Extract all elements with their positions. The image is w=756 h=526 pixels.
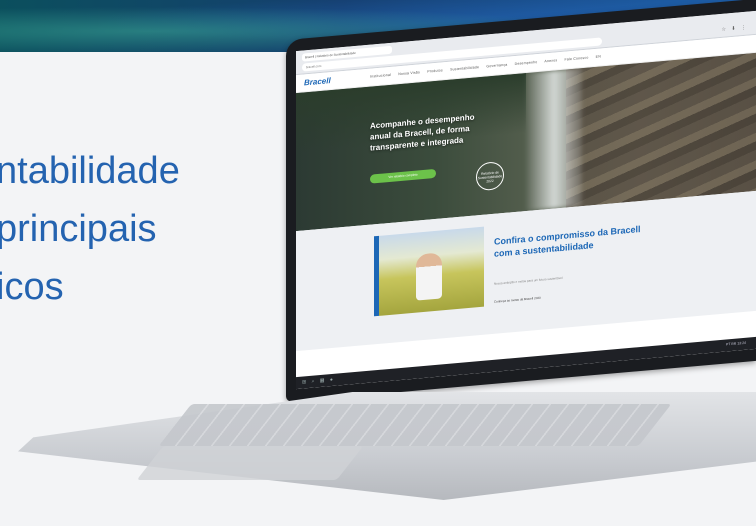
hero-cta-button[interactable]: Ver relatório completo bbox=[370, 168, 436, 184]
laptop-screen: Bracell | Relatório de Sustentabilidade … bbox=[296, 10, 756, 390]
menu-item-nossa-visao[interactable]: Nossa Visão bbox=[398, 70, 420, 76]
menu-item-governanca[interactable]: Governança bbox=[486, 63, 507, 69]
taskbar-icons[interactable]: ⊞ ⌕ ▦ ● bbox=[302, 377, 335, 386]
browser-toolbar-icons[interactable]: ☆ ⬇ ⋮ bbox=[722, 25, 748, 33]
report-badge[interactable]: Relatório de Sustentabilidade 2022 bbox=[476, 160, 504, 192]
commitment-link[interactable]: Conheça as metas da Bracell 2030 bbox=[494, 296, 541, 304]
commitment-subtitle: Nossa ambição e metas para um futuro sus… bbox=[494, 275, 563, 286]
hero-line-2: principais bbox=[0, 208, 157, 250]
menu-item-institucional[interactable]: Institucional bbox=[370, 73, 391, 79]
laptop-trackpad bbox=[136, 446, 364, 480]
system-tray[interactable]: PT BR 13:24 bbox=[726, 341, 746, 347]
laptop-lid: Bracell | Relatório de Sustentabilidade … bbox=[286, 0, 756, 402]
menu-item-fale-conosco[interactable]: Fale Conosco bbox=[564, 56, 588, 62]
hero-rock-texture bbox=[566, 52, 756, 208]
hero-line-3: icos bbox=[0, 266, 64, 308]
bracell-logo[interactable]: Bracell bbox=[304, 76, 331, 87]
menu-item-anexos[interactable]: Anexos bbox=[544, 58, 557, 63]
menu-item-language[interactable]: EN bbox=[596, 54, 601, 58]
hero-waterfall bbox=[526, 68, 582, 212]
menu-item-sustentabilidade[interactable]: Sustentabilidade bbox=[450, 65, 479, 72]
menu-item-produtos[interactable]: Produtos bbox=[427, 68, 443, 73]
commitment-title: Confira o compromisso da Bracell com a s… bbox=[494, 223, 641, 259]
menu-item-desempenho[interactable]: Desempenho bbox=[515, 60, 538, 66]
hero-line-1: ntabilidade bbox=[0, 150, 180, 192]
laptop-keyboard bbox=[158, 404, 672, 446]
person-figure bbox=[416, 252, 442, 301]
hero-copy: ntabilidade principais icos bbox=[0, 142, 296, 316]
